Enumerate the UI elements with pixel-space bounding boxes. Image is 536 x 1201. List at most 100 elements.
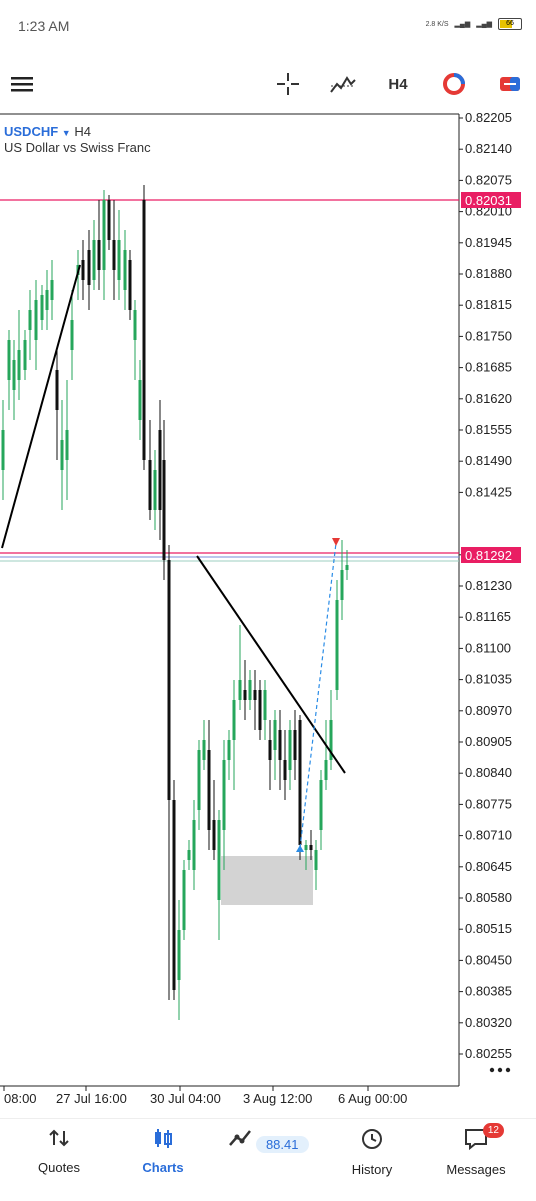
x-tick-label: 30 Jul 04:00 (150, 1091, 221, 1106)
x-tick-label: 3 Aug 12:00 (243, 1091, 312, 1106)
candle-body (92, 240, 96, 280)
y-tick-label: 0.81880 (465, 266, 512, 281)
ping-value: 88.41 (255, 1136, 309, 1153)
candle-body (167, 560, 171, 800)
y-tick-label: 0.81620 (465, 391, 512, 406)
signal-icon: ▂▄▆ (454, 21, 471, 28)
candle-body (28, 310, 32, 330)
chart-style-icon[interactable] (440, 58, 468, 110)
candle-body (232, 700, 236, 740)
net-speed: 2.8 K/S (425, 20, 449, 28)
resistance-price-label: 0.82031 (465, 193, 512, 208)
candle-body (177, 930, 181, 980)
candle-body (283, 760, 287, 780)
y-tick-label: 0.81100 (465, 640, 511, 655)
candle-body (50, 280, 54, 300)
nav-trade[interactable]: 88.41 (218, 1127, 318, 1154)
timeframe-button[interactable]: H4 (384, 58, 412, 110)
nav-quotes[interactable]: Quotes (9, 1127, 109, 1175)
x-tick-label: 08:00 (4, 1091, 37, 1106)
current-price-label: 0.81292 (465, 548, 512, 563)
candle-body (319, 780, 323, 830)
y-tick-label: 0.81165 (465, 609, 511, 624)
messages-badge: 12 (482, 1123, 504, 1138)
chart-symbol[interactable]: USDCHF ▼ H4 (4, 124, 91, 139)
candle-body (60, 440, 64, 470)
y-tick-label: 0.80840 (465, 765, 512, 780)
y-tick-label: 0.80385 (465, 984, 512, 999)
nav-history[interactable]: History (322, 1127, 422, 1177)
candle-body (345, 565, 349, 570)
candle-body (278, 730, 282, 760)
candle-body (17, 350, 21, 380)
y-tick-label: 0.81490 (465, 453, 512, 468)
candle-body (263, 690, 267, 720)
candle-body (158, 430, 162, 510)
nav-charts-label: Charts (142, 1160, 184, 1175)
candle-body (248, 680, 252, 700)
y-tick-label: 0.81035 (465, 672, 512, 687)
candle-body (117, 240, 121, 280)
candle-body (273, 720, 277, 750)
candle-body (133, 310, 137, 340)
y-tick-label: 0.80320 (465, 1015, 512, 1030)
candle-body (142, 200, 146, 460)
candle-body (340, 570, 344, 600)
candle-body (258, 690, 262, 730)
menu-icon[interactable] (8, 58, 36, 110)
symbol-description: US Dollar vs Swiss Franc (4, 140, 151, 155)
y-tick-label: 0.80710 (465, 828, 512, 843)
candle-body (314, 850, 318, 870)
quotes-icon (49, 1129, 69, 1147)
y-tick-label: 0.80255 (465, 1046, 512, 1061)
y-tick-label: 0.81945 (465, 235, 512, 250)
bottom-nav: Quotes Charts 88.41 History 12 Messages (0, 1118, 536, 1201)
candle-body (324, 760, 328, 780)
indicators-icon[interactable] (328, 58, 358, 110)
candle-body (65, 430, 69, 460)
y-tick-label: 0.81425 (465, 484, 512, 499)
y-tick-label: 0.81750 (465, 328, 512, 343)
candle-body (202, 740, 206, 760)
nav-charts[interactable]: Charts (113, 1127, 213, 1175)
candle-body (123, 250, 127, 290)
status-bar: 1:23 AM 2.8 K/S ▂▄▆ ▂▄▆ 66 (0, 0, 536, 52)
demand-zone-box (221, 856, 313, 905)
candle-body (293, 730, 297, 760)
y-tick-label: 0.80645 (465, 859, 512, 874)
candle-body (192, 820, 196, 870)
crosshair-icon[interactable] (274, 58, 302, 110)
y-tick-label: 0.81685 (465, 360, 512, 375)
candle-body (81, 260, 85, 280)
more-dot (505, 1067, 511, 1073)
candle-body (70, 320, 74, 350)
history-icon (362, 1129, 382, 1149)
candle-body (40, 295, 44, 320)
nav-messages-label: Messages (446, 1162, 506, 1177)
candle-body (97, 240, 101, 270)
candle-body (128, 260, 132, 310)
candle-body (107, 200, 111, 240)
candle-body (335, 600, 339, 690)
price-chart[interactable]: 0.822050.821400.820750.820100.819450.818… (0, 112, 536, 1112)
candle-body (7, 340, 11, 380)
candle-body (288, 730, 292, 770)
candle-body (197, 750, 201, 810)
candle-body (138, 380, 142, 420)
candle-body (148, 460, 152, 510)
candle-body (112, 240, 116, 270)
candle-body (298, 720, 302, 845)
nav-messages[interactable]: 12 Messages (426, 1123, 526, 1177)
candle-body (12, 360, 16, 390)
trade-icon[interactable] (496, 58, 524, 110)
candle-body (102, 200, 106, 270)
candle-body (309, 845, 313, 850)
chart-toolbar: H4 (0, 58, 536, 110)
more-dot (489, 1067, 495, 1073)
candle-body (227, 740, 231, 760)
candle-body (212, 820, 216, 850)
y-tick-label: 0.82205 (465, 112, 512, 125)
symbol-name[interactable]: USDCHF (4, 124, 58, 139)
y-tick-label: 0.80775 (465, 796, 512, 811)
status-icons: 2.8 K/S ▂▄▆ ▂▄▆ 66 (426, 18, 522, 30)
